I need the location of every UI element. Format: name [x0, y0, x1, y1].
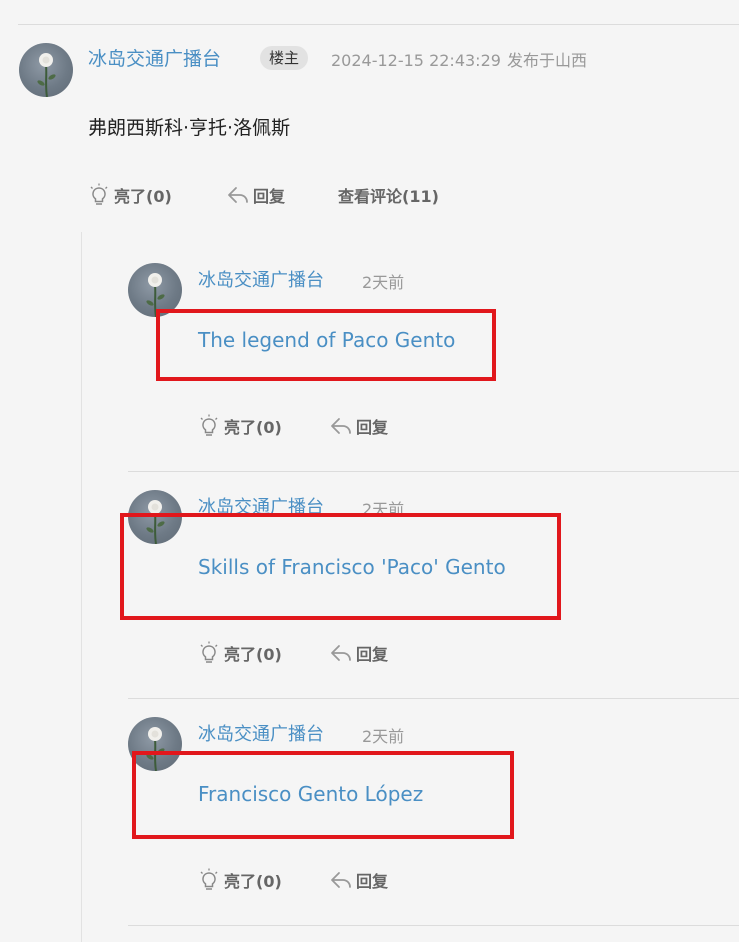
reply-arrow-icon	[228, 187, 248, 203]
reply-username[interactable]: 冰岛交通广播台	[198, 266, 324, 292]
post-timestamp: 2024-12-15 22:43:29	[331, 51, 501, 70]
reply-like-button[interactable]: 亮了(0)	[198, 641, 282, 665]
reply-reply-button[interactable]: 回复	[330, 868, 388, 892]
reply-like-button[interactable]: 亮了(0)	[198, 414, 282, 438]
reply-divider	[128, 925, 739, 926]
post-meta: 2024-12-15 22:43:29 发布于山西	[331, 47, 587, 71]
lightbulb-icon	[200, 414, 218, 436]
view-comments-button[interactable]: 查看评论(11)	[338, 183, 439, 207]
lightbulb-icon	[200, 868, 218, 890]
reply-reply-label: 回复	[356, 872, 389, 891]
top-divider	[18, 24, 739, 25]
reply-arrow-icon	[331, 872, 351, 888]
reply-time: 2天前	[362, 273, 405, 292]
avatar[interactable]	[19, 43, 73, 97]
op-badge: 楼主	[260, 46, 309, 70]
reply-divider	[128, 698, 739, 699]
lightbulb-icon	[200, 641, 218, 663]
lightbulb-icon	[90, 183, 108, 205]
reply-reply-button[interactable]: 回复	[330, 414, 388, 438]
reply-username[interactable]: 冰岛交通广播台	[198, 720, 324, 746]
reply-content: The legend of Paco Gento	[198, 328, 456, 352]
reply-time: 2天前	[362, 727, 405, 746]
reply-content: Francisco Gento López	[198, 782, 424, 806]
post-reply-label: 回复	[253, 187, 286, 206]
post-reply-button[interactable]: 回复	[227, 183, 285, 207]
reply-reply-label: 回复	[356, 418, 389, 437]
post-like-button[interactable]: 亮了(0)	[88, 183, 172, 207]
reply-reply-label: 回复	[356, 645, 389, 664]
reply-like-label: 亮了(0)	[224, 645, 282, 664]
reply-like-label: 亮了(0)	[224, 872, 282, 891]
reply-thread-rail	[81, 232, 82, 942]
reply-content: Skills of Francisco 'Paco' Gento	[198, 555, 506, 579]
reply-arrow-icon	[331, 418, 351, 434]
reply-reply-button[interactable]: 回复	[330, 641, 388, 665]
view-comments-label: 查看评论(11)	[338, 187, 439, 206]
post-username[interactable]: 冰岛交通广播台	[88, 44, 221, 71]
post-like-label: 亮了(0)	[114, 187, 172, 206]
rose-avatar-icon	[37, 53, 56, 97]
reply-like-label: 亮了(0)	[224, 418, 282, 437]
reply-divider	[128, 471, 739, 472]
reply-like-button[interactable]: 亮了(0)	[198, 868, 282, 892]
post-location: 发布于山西	[506, 51, 587, 70]
post-content: 弗朗西斯科·亨托·洛佩斯	[88, 117, 291, 139]
reply-arrow-icon	[331, 645, 351, 661]
